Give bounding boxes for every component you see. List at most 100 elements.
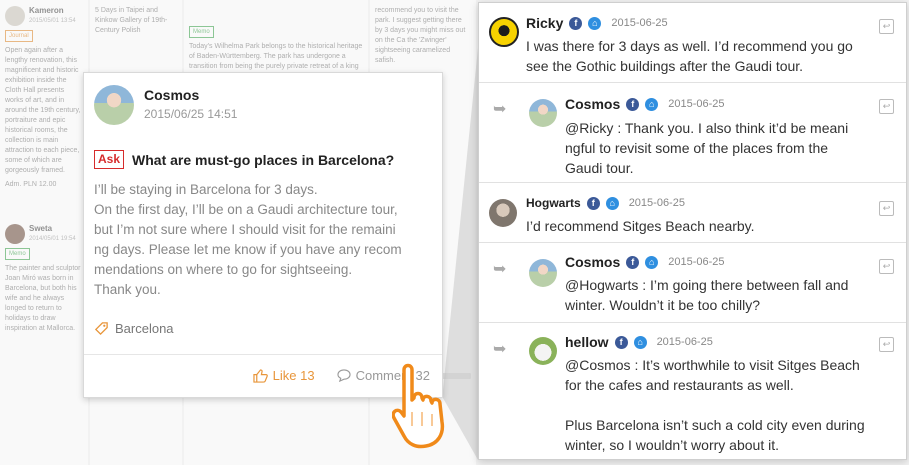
comment-header: Cosmos f ⌂ 2015-06-25 [565, 96, 725, 112]
comment-text: I was there for 3 days as well. I’d reco… [526, 36, 853, 76]
feed-text: 5 Days in Taipei and Kinkow Gallery of 1… [95, 7, 168, 34]
post-author[interactable]: Cosmos [144, 87, 237, 103]
feed-user: Sweta 2014/05/01 19:54 [5, 224, 83, 244]
comment-line: winter. Wouldn’t it be too chilly? [565, 297, 761, 313]
comment-item: ➥ Cosmos f ⌂ 2015-06-25 @Ricky : Thank y… [479, 83, 906, 183]
comment-date: 2015-06-25 [628, 197, 685, 209]
pointing-hand-icon [392, 363, 445, 449]
thumbs-up-icon [253, 368, 268, 383]
comment-author[interactable]: Cosmos [565, 96, 620, 112]
post-body-line: Thank you. [94, 282, 161, 297]
comment-item: ➥ hellow f ⌂ 2015-06-25 @Cosmos : It’s w… [479, 323, 906, 459]
avatar[interactable] [489, 17, 519, 47]
feed-tag: Memo [5, 248, 30, 260]
home-icon[interactable]: ⌂ [645, 255, 659, 269]
feed-date: 2014/05/01 19:54 [29, 236, 76, 242]
avatar [5, 6, 25, 26]
comment-text: @Cosmos : It’s worthwhile to visit Sitge… [565, 355, 865, 455]
reply-icon[interactable]: ↩ [879, 99, 894, 114]
facebook-icon[interactable]: f [569, 16, 583, 30]
comment-author[interactable]: Ricky [526, 15, 563, 31]
comment-line: winter, so I wouldn’t worry about it. [565, 437, 779, 453]
comment-line: see the Gothic buildings after the Gaudi… [526, 58, 804, 74]
home-icon[interactable]: ⌂ [588, 16, 602, 30]
tag-icon [94, 322, 108, 336]
comment-date: 2015-06-25 [656, 336, 713, 348]
feed-user: Kameron 2015/05/01 13:54 [5, 6, 83, 26]
post-body-line: On the first day, I’ll be on a Gaudi arc… [94, 202, 398, 217]
reply-icon[interactable]: ↩ [879, 19, 894, 34]
post-date: 2015/06/25 14:51 [144, 107, 238, 121]
comment-date: 2015-06-25 [668, 98, 725, 110]
avatar[interactable] [94, 85, 134, 125]
facebook-icon[interactable]: f [626, 97, 640, 111]
facebook-icon[interactable]: f [626, 255, 640, 269]
reply-arrow-icon: ➥ [493, 261, 507, 278]
comment-date: 2015-06-25 [668, 256, 725, 268]
avatar[interactable] [529, 259, 557, 287]
reply-arrow-icon: ➥ [493, 101, 507, 118]
feed-tag: Memo [189, 26, 214, 38]
background-feed-col-1: Kameron 2015/05/01 13:54 Journal Open ag… [0, 0, 88, 465]
comment-line: @Cosmos : It’s worthwhile to visit Sitge… [565, 357, 860, 373]
post-body: I’ll be staying in Barcelona for 3 days.… [94, 180, 426, 300]
comment-item: ➥ Cosmos f ⌂ 2015-06-25 @Hogwarts : I’m … [479, 243, 906, 323]
comment-author[interactable]: Hogwarts [526, 196, 581, 210]
reply-icon[interactable]: ↩ [879, 259, 894, 274]
avatar [5, 224, 25, 244]
comment-line: @Hogwarts : I’m going there between fall… [565, 277, 849, 293]
comment-author[interactable]: hellow [565, 334, 609, 350]
post-title-row: Ask What are must-go places in Barcelona… [94, 150, 394, 169]
comment-header: hellow f ⌂ 2015-06-25 [565, 334, 713, 350]
like-button[interactable]: Like 13 [253, 368, 315, 383]
feed-date: 2015/05/01 13:54 [29, 18, 76, 24]
like-label: Like 13 [272, 368, 315, 383]
home-icon[interactable]: ⌂ [633, 335, 647, 349]
avatar[interactable] [529, 337, 557, 365]
avatar[interactable] [529, 99, 557, 127]
home-icon[interactable]: ⌂ [605, 196, 619, 210]
reply-arrow-icon: ➥ [493, 341, 507, 358]
feed-tag: Journal [5, 30, 33, 42]
post-location[interactable]: Barcelona [94, 321, 174, 336]
ask-badge: Ask [94, 150, 125, 169]
feed-text: The painter and sculptor Joan Miró was b… [5, 265, 81, 332]
comment-text: @Ricky : Thank you. I also think it’d be… [565, 118, 848, 178]
location-label: Barcelona [115, 321, 174, 336]
comment-line: Plus Barcelona isn’t such a cold city ev… [565, 417, 865, 433]
comment-author[interactable]: Cosmos [565, 254, 620, 270]
feed-text: Open again after a lengthy renovation, t… [5, 47, 81, 174]
facebook-icon[interactable]: f [614, 335, 628, 349]
divider [84, 354, 442, 355]
comment-line: Gaudi tour. [565, 160, 634, 176]
post-body-line: but I’m not sure where I should visit fo… [94, 222, 396, 237]
comment-line: ngful to revisit some of the places from… [565, 140, 829, 156]
post-title: What are must-go places in Barcelona? [132, 151, 395, 168]
home-icon[interactable]: ⌂ [645, 97, 659, 111]
reply-icon[interactable]: ↩ [879, 337, 894, 352]
post-body-line: mendations on where to go for sightseein… [94, 262, 353, 277]
comment-header: Ricky f ⌂ 2015-06-25 [526, 15, 668, 31]
feed-user-name: Sweta [29, 224, 53, 233]
comment-header: Hogwarts f ⌂ 2015-06-25 [526, 196, 685, 210]
comment-text: @Hogwarts : I’m going there between fall… [565, 275, 848, 315]
comment-line: I was there for 3 days as well. I’d reco… [526, 38, 853, 54]
feed-user-name: Kameron [29, 6, 64, 15]
comment-item: Hogwarts f ⌂ 2015-06-25 I’d recommend Si… [479, 183, 906, 243]
avatar[interactable] [489, 199, 517, 227]
comment-line: @Ricky : Thank you. I also think it’d be… [565, 120, 849, 136]
comment-text: I’d recommend Sitges Beach nearby. [526, 216, 755, 236]
comment-line: for the cafes and restaurants as well. [565, 377, 794, 393]
post-card[interactable]: Cosmos 2015/06/25 14:51 Ask What are mus… [83, 72, 443, 398]
comment-line: I’d recommend Sitges Beach nearby. [526, 218, 755, 234]
comment-header: Cosmos f ⌂ 2015-06-25 [565, 254, 725, 270]
comment-item: Ricky f ⌂ 2015-06-25 I was there for 3 d… [479, 3, 906, 83]
comment-line [565, 395, 865, 415]
feed-meta: Adm. PLN 12.00 [5, 181, 57, 188]
post-body-line: I’ll be staying in Barcelona for 3 days. [94, 182, 318, 197]
speech-bubble-icon [336, 369, 351, 382]
reply-icon[interactable]: ↩ [879, 201, 894, 216]
comments-panel[interactable]: Ricky f ⌂ 2015-06-25 I was there for 3 d… [478, 2, 907, 460]
comment-date: 2015-06-25 [611, 17, 668, 29]
facebook-icon[interactable]: f [586, 196, 600, 210]
